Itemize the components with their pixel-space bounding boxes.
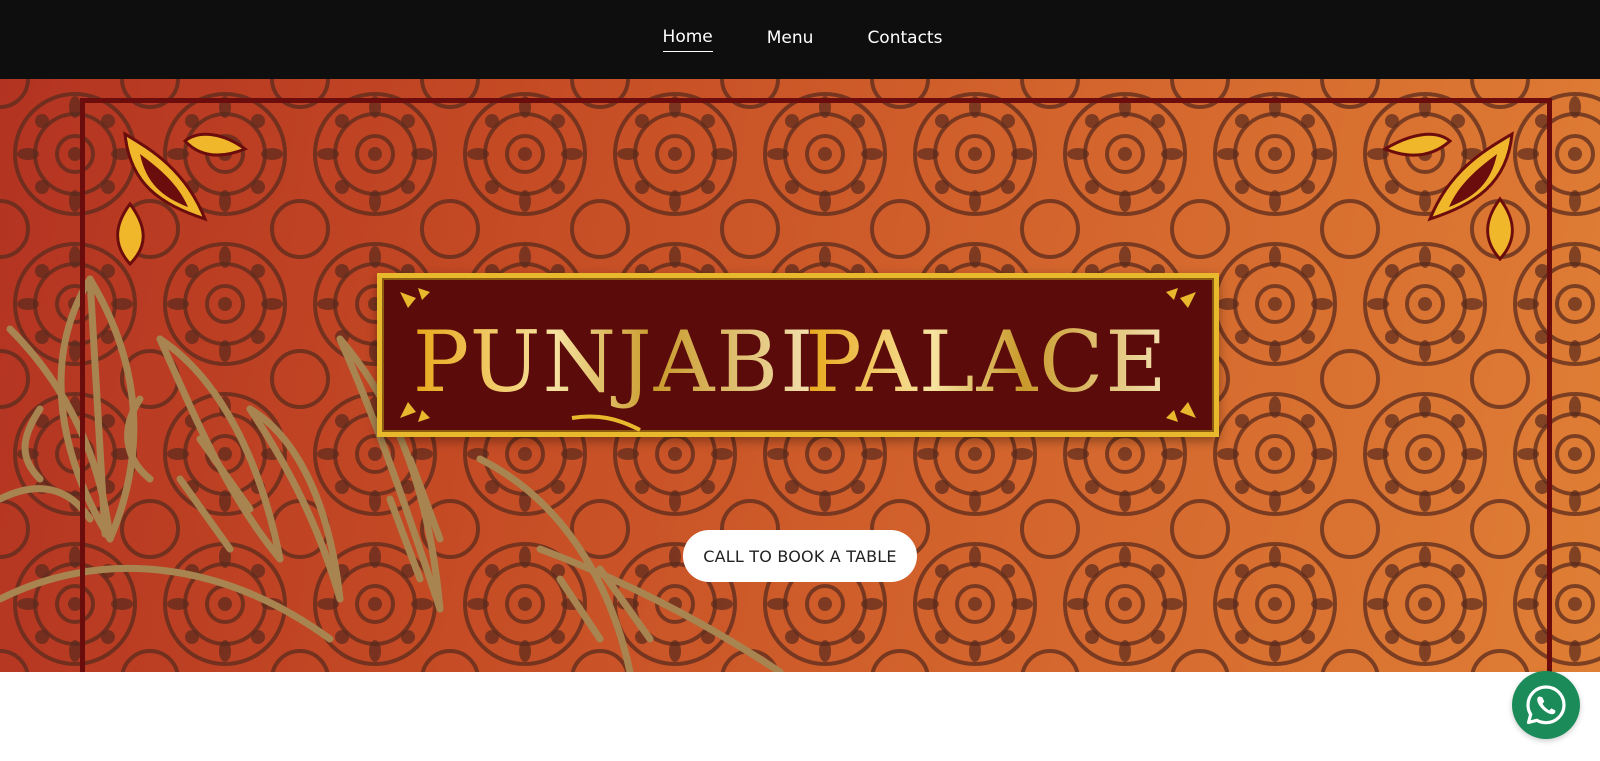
nav-link-contacts[interactable]: Contacts (867, 28, 942, 52)
nav-link-menu[interactable]: Menu (767, 28, 814, 52)
book-table-button[interactable]: CALL TO BOOK A TABLE (683, 530, 917, 582)
nav-item-menu: Menu (767, 28, 814, 52)
nav-item-contacts: Contacts (867, 28, 942, 52)
logo-artwork: PUNJABI PALACE (400, 288, 1196, 432)
hero-banner: PUNJABI PALACE CALL TO BOOK A TABLE (0, 79, 1600, 672)
top-nav-bar: Home Menu Contacts (0, 0, 1600, 79)
nav-link-home[interactable]: Home (662, 27, 713, 52)
whatsapp-button[interactable] (1512, 671, 1580, 739)
restaurant-logo: PUNJABI PALACE (377, 273, 1219, 437)
logo-word-punjabi: PUNJABI (413, 313, 816, 411)
logo-word-palace: PALACE (805, 313, 1169, 411)
nav-menu: Home Menu Contacts (662, 27, 942, 52)
nav-item-home: Home (662, 27, 713, 52)
whatsapp-icon (1526, 685, 1566, 725)
